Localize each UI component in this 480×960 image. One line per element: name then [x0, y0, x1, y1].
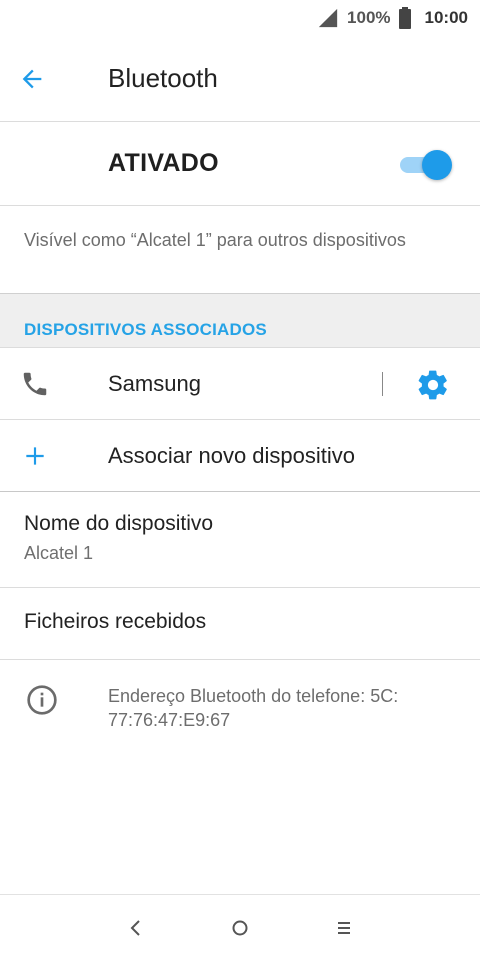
back-icon	[130, 919, 140, 936]
bluetooth-master-switch-row[interactable]: ATIVADO	[0, 122, 480, 206]
info-icon	[0, 684, 108, 732]
battery-percent: 100%	[347, 8, 391, 27]
device-name-value: Alcatel 1	[24, 543, 94, 563]
home-icon	[232, 920, 248, 935]
address-text: Endereço Bluetooth do telefone: 5C: 77:7…	[108, 686, 399, 730]
toggle-thumb	[422, 150, 452, 180]
bluetooth-address-row: Endereço Bluetooth do telefone: 5C: 77:7…	[0, 660, 480, 732]
app-bar: Bluetooth	[0, 36, 480, 122]
device-name-title: Nome do dispositivo	[24, 512, 214, 535]
device-name: Samsung	[108, 370, 201, 396]
arrow-back-icon	[22, 69, 42, 88]
battery-icon	[398, 7, 411, 29]
device-settings-button[interactable]	[416, 368, 450, 402]
section-header-paired: DISPOSITIVOS ASSOCIADOS	[0, 294, 480, 348]
system-nav-bar	[0, 894, 480, 960]
bluetooth-address-text: Endereço Bluetooth do telefone: 5C: 77:7…	[108, 684, 458, 732]
gear-icon	[418, 370, 447, 400]
device-name-row[interactable]: Nome do dispositivo Alcatel 1	[0, 492, 480, 588]
plus-icon	[0, 443, 108, 469]
page-title: Bluetooth	[108, 63, 218, 93]
received-files-row[interactable]: Ficheiros recebidos	[0, 588, 480, 660]
nav-back-button[interactable]	[126, 918, 146, 938]
switch-label: ATIVADO	[108, 149, 219, 177]
row-divider	[382, 372, 383, 396]
bluetooth-toggle[interactable]	[400, 150, 452, 180]
status-bar: 100% 10:00	[0, 0, 480, 36]
recents-icon	[338, 921, 350, 934]
paired-device-row[interactable]: Samsung	[0, 348, 480, 420]
status-time: 10:00	[424, 8, 468, 27]
signal-icon	[318, 8, 338, 28]
visibility-description: Visível como “Alcatel 1” para outros dis…	[0, 206, 480, 294]
back-button[interactable]	[0, 36, 88, 122]
phone-icon	[0, 369, 108, 399]
pair-new-device-label: Associar novo dispositivo	[108, 442, 356, 468]
nav-recents-button[interactable]	[334, 918, 354, 938]
pair-new-device-row[interactable]: Associar novo dispositivo	[0, 420, 480, 492]
nav-home-button[interactable]	[230, 918, 250, 938]
